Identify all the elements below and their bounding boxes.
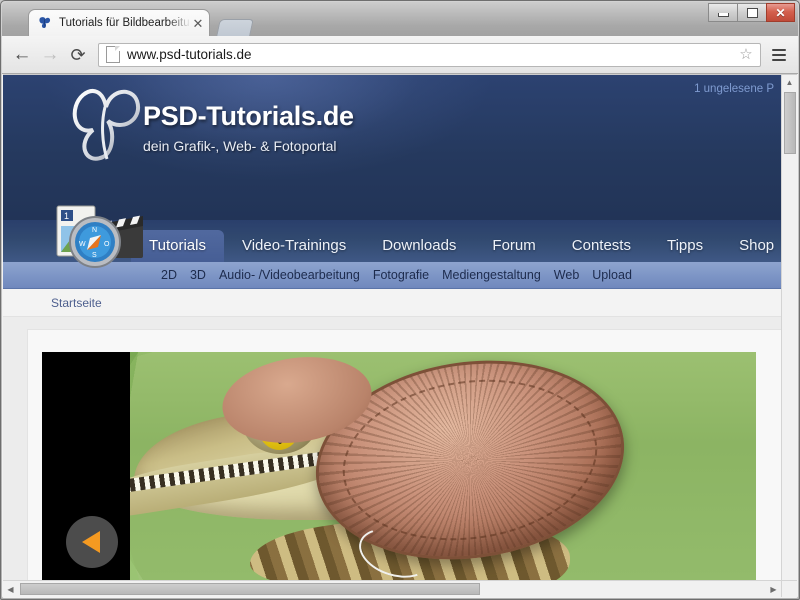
tab-title: Tutorials für Bildbearbeitu bbox=[59, 17, 190, 29]
hamburger-line-1 bbox=[772, 48, 786, 51]
close-icon: ✕ bbox=[775, 5, 786, 20]
svg-text:W: W bbox=[79, 241, 86, 248]
tutorials-media-icon: 1 N S W O bbox=[51, 202, 147, 274]
nav-item-downloads[interactable]: Downloads bbox=[364, 230, 474, 262]
breadcrumb: Startseite bbox=[3, 289, 782, 317]
svg-text:N: N bbox=[92, 227, 97, 234]
content-panel: urney ~ bbox=[27, 329, 782, 580]
site-header: 1 ungelesene P PSD-Tutorials.de dein Gra… bbox=[3, 75, 782, 220]
nav-item-shop[interactable]: Shop bbox=[721, 230, 782, 262]
reload-icon: ⟳ bbox=[70, 44, 86, 65]
unread-messages-link[interactable]: 1 ungelesene P bbox=[694, 83, 774, 95]
butterfly-favicon-icon bbox=[37, 15, 53, 31]
butterfly-logo-icon bbox=[63, 85, 149, 171]
nav-item-tipps[interactable]: Tipps bbox=[649, 230, 721, 262]
svg-text:S: S bbox=[92, 252, 97, 259]
scroll-up-arrow-icon[interactable]: ▲ bbox=[782, 75, 797, 90]
page-document-icon bbox=[106, 46, 120, 63]
url-text[interactable]: www.psd-tutorials.de bbox=[127, 47, 736, 62]
back-button[interactable]: ← bbox=[8, 41, 36, 69]
scrollbar-corner bbox=[781, 580, 797, 597]
minimize-icon bbox=[717, 13, 729, 17]
nav-item-forum[interactable]: Forum bbox=[474, 230, 553, 262]
minimize-button[interactable] bbox=[708, 3, 737, 22]
play-triangle-icon[interactable] bbox=[82, 531, 100, 553]
scroll-left-arrow-icon[interactable]: ◀ bbox=[3, 581, 18, 597]
site-logo[interactable]: PSD-Tutorials.de dein Grafik-, Web- & Fo… bbox=[63, 89, 354, 161]
horizontal-scroll-thumb[interactable] bbox=[20, 583, 480, 595]
hamburger-line-3 bbox=[772, 58, 786, 61]
subnav-item-mediengestaltung[interactable]: Mediengestaltung bbox=[442, 268, 541, 282]
hero-title-strip: urney ~ bbox=[42, 352, 130, 580]
subnav-item-3d[interactable]: 3D bbox=[190, 268, 206, 282]
content-area: urney ~ bbox=[3, 317, 782, 580]
scroll-right-arrow-icon[interactable]: ▶ bbox=[766, 581, 781, 597]
subnav-item-web[interactable]: Web bbox=[554, 268, 579, 282]
forward-arrow-icon: → bbox=[40, 44, 60, 65]
web-page: 1 ungelesene P PSD-Tutorials.de dein Gra… bbox=[3, 75, 782, 580]
page-viewport: 1 ungelesene P PSD-Tutorials.de dein Gra… bbox=[3, 75, 797, 596]
address-bar[interactable]: www.psd-tutorials.de ☆ bbox=[98, 42, 761, 67]
browser-toolbar: ← → ⟳ www.psd-tutorials.de ☆ bbox=[2, 36, 798, 74]
hamburger-line-2 bbox=[772, 53, 786, 56]
vertical-scroll-thumb[interactable] bbox=[784, 92, 796, 154]
site-tagline: dein Grafik-, Web- & Fotoportal bbox=[143, 138, 337, 154]
window-controls: ✕ bbox=[708, 3, 795, 22]
reload-button[interactable]: ⟳ bbox=[64, 41, 92, 69]
nav-item-video-trainings[interactable]: Video-Trainings bbox=[224, 230, 364, 262]
maximize-icon bbox=[746, 7, 758, 18]
main-navigation: 1 N S W O Tutorials Video-Trainings Down… bbox=[3, 205, 782, 268]
nav-item-contests[interactable]: Contests bbox=[554, 230, 649, 262]
tab-strip: Tutorials für Bildbearbeitu ✕ bbox=[2, 2, 798, 36]
hero-image[interactable]: urney ~ bbox=[42, 352, 756, 580]
new-tab-button[interactable] bbox=[216, 19, 254, 36]
forward-button[interactable]: → bbox=[36, 41, 64, 69]
site-title: PSD-Tutorials.de bbox=[143, 101, 354, 131]
back-arrow-icon: ← bbox=[12, 44, 32, 65]
browser-tab[interactable]: Tutorials für Bildbearbeitu ✕ bbox=[28, 9, 210, 36]
subnav-item-audio-video[interactable]: Audio- /Videobearbeitung bbox=[219, 268, 360, 282]
subnav-item-fotografie[interactable]: Fotografie bbox=[373, 268, 429, 282]
subnav-item-upload[interactable]: Upload bbox=[592, 268, 632, 282]
vertical-scrollbar[interactable]: ▲ bbox=[781, 75, 797, 581]
subnav-item-2d[interactable]: 2D bbox=[161, 268, 177, 282]
hero-photo-crocodile bbox=[88, 352, 756, 580]
svg-text:O: O bbox=[104, 241, 110, 248]
svg-text:1: 1 bbox=[64, 211, 69, 221]
browser-window: Tutorials für Bildbearbeitu ✕ ✕ ← → ⟳ ww… bbox=[0, 0, 800, 600]
maximize-button[interactable] bbox=[737, 3, 766, 22]
straw-hat-ring bbox=[332, 363, 608, 557]
breadcrumb-item-startseite[interactable]: Startseite bbox=[51, 296, 102, 310]
logo-text: PSD-Tutorials.de dein Grafik-, Web- & Fo… bbox=[143, 101, 354, 155]
horizontal-scrollbar[interactable]: ◀ ▶ bbox=[3, 580, 797, 597]
menu-button[interactable] bbox=[766, 42, 792, 68]
close-button[interactable]: ✕ bbox=[766, 3, 795, 22]
bookmark-star-icon[interactable]: ☆ bbox=[736, 47, 756, 62]
tab-close-icon[interactable]: ✕ bbox=[191, 17, 205, 30]
